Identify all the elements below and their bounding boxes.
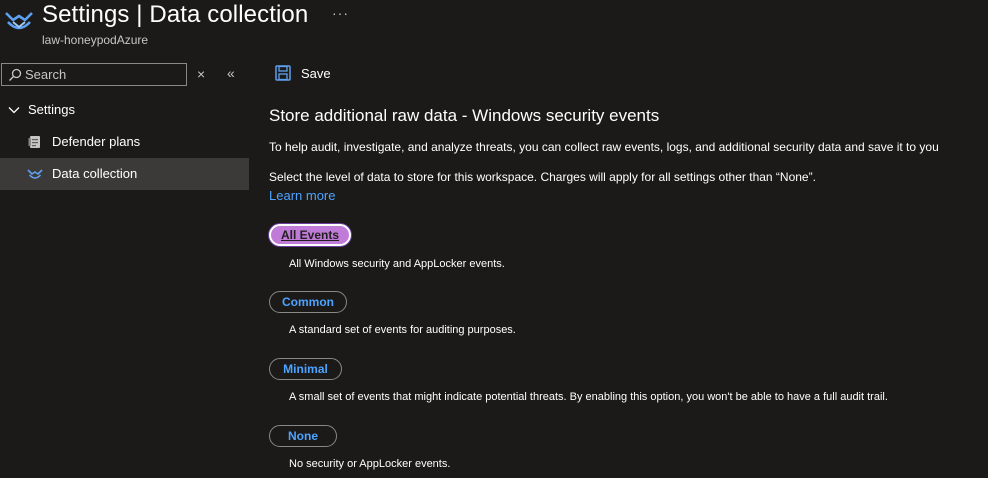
- section-title: Store additional raw data - Windows secu…: [269, 106, 660, 125]
- sidebar: × « Settings Defender plans Data collect…: [0, 56, 249, 478]
- page-header: Settings | Data collection ··· law-honey…: [0, 0, 988, 56]
- sidebar-group-settings[interactable]: Settings: [0, 98, 249, 122]
- option-all-events-description: All Windows security and AppLocker event…: [289, 258, 505, 270]
- sidebar-item-label: Defender plans: [52, 134, 141, 149]
- search-input[interactable]: [25, 65, 183, 84]
- workspace-name: law-honeypodAzure: [42, 33, 149, 47]
- defender-plans-icon: [28, 136, 40, 148]
- intro-text: To help audit, investigate, and analyze …: [269, 140, 939, 154]
- save-button[interactable]: Save: [275, 64, 355, 84]
- security-center-icon: [5, 12, 33, 30]
- option-minimal-button[interactable]: Minimal: [269, 358, 342, 380]
- search-icon: [9, 68, 22, 81]
- chevron-down-icon: [8, 107, 20, 114]
- collapse-sidebar-icon[interactable]: «: [227, 65, 235, 81]
- option-minimal-description: A small set of events that might indicat…: [289, 391, 888, 403]
- main-content: Save Store additional raw data - Windows…: [257, 56, 988, 478]
- select-level-text: Select the level of data to store for th…: [269, 170, 816, 184]
- clear-search-icon[interactable]: ×: [197, 66, 205, 82]
- sidebar-item-defender-plans[interactable]: Defender plans: [0, 126, 249, 158]
- page-title: Settings | Data collection: [42, 1, 309, 28]
- sidebar-item-label: Data collection: [52, 166, 138, 181]
- option-none-button[interactable]: None: [269, 425, 337, 447]
- sidebar-item-data-collection[interactable]: Data collection: [0, 158, 249, 190]
- toolbar: Save: [257, 56, 988, 92]
- search-box[interactable]: [1, 63, 187, 86]
- save-icon: [275, 65, 291, 81]
- option-all-events-button[interactable]: All Events: [269, 224, 351, 246]
- option-common-description: A standard set of events for auditing pu…: [289, 324, 516, 336]
- save-label: Save: [301, 66, 331, 81]
- option-common-button[interactable]: Common: [269, 291, 347, 313]
- learn-more-link[interactable]: Learn more: [269, 188, 335, 203]
- sidebar-group-label: Settings: [28, 102, 75, 117]
- more-options-button[interactable]: ···: [332, 5, 349, 21]
- option-none-description: No security or AppLocker events.: [289, 458, 451, 470]
- data-collection-icon: [27, 169, 43, 179]
